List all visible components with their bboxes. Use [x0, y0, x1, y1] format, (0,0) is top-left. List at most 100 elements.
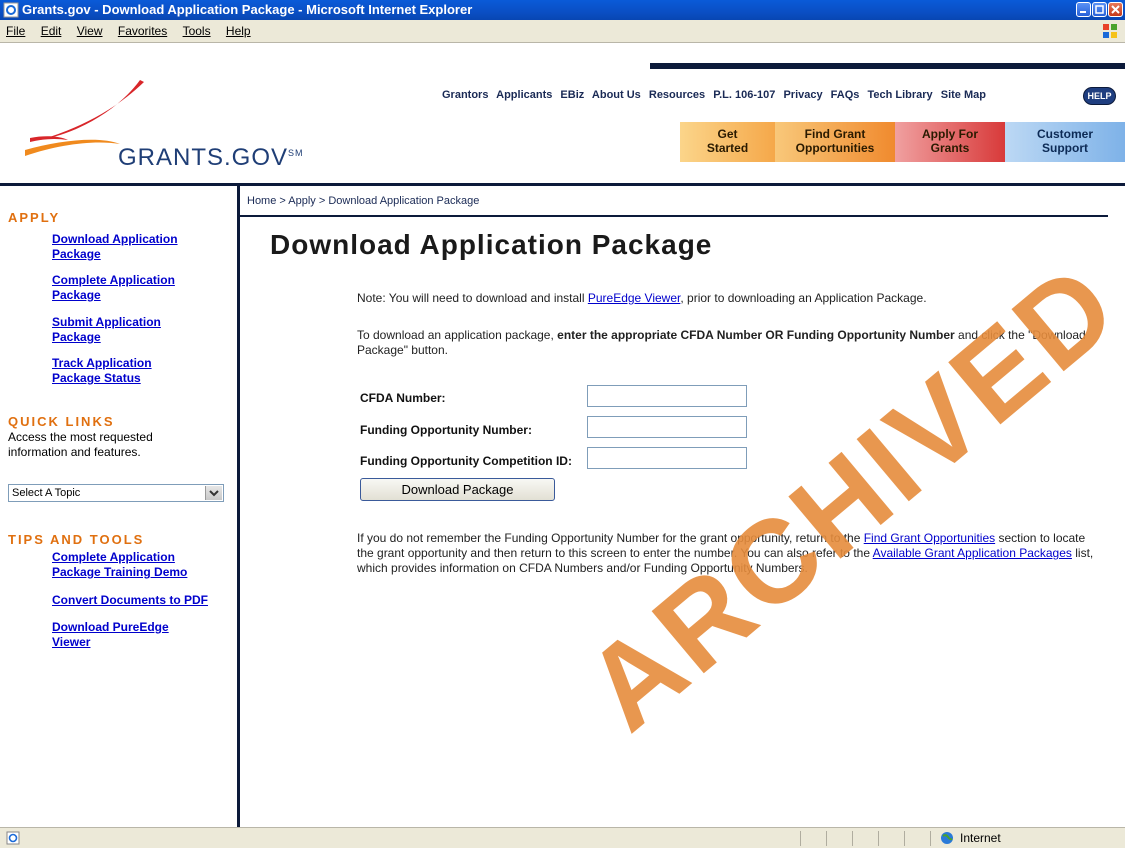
menu-favorites[interactable]: Favorites — [112, 20, 173, 42]
pureedge-viewer-link[interactable]: PureEdge Viewer — [588, 291, 681, 305]
link-text: Convert Documents to PDF — [52, 593, 209, 607]
tab-label: Customer — [1036, 127, 1093, 141]
topic-select[interactable]: Select A Topic — [8, 484, 224, 502]
topnav-resources[interactable]: Resources — [649, 89, 705, 101]
link-text: Package — [52, 288, 101, 302]
status-separator — [826, 831, 827, 846]
download-package-button[interactable]: Download Package — [360, 478, 555, 501]
top-navigation: Grantors Applicants EBiz About Us Resour… — [442, 89, 991, 101]
link-text: Package Training Demo — [52, 565, 188, 579]
sidebar-link-download-application-package[interactable]: Download Application Package — [52, 232, 178, 262]
topnav-tech-library[interactable]: Tech Library — [867, 89, 932, 101]
sidebar-link-submit-application-package[interactable]: Submit Application Package — [52, 315, 161, 345]
tab-label: Grants — [930, 141, 970, 155]
header-top-rule — [650, 63, 1125, 69]
tab-label: Get — [717, 127, 738, 141]
link-text: Package — [52, 247, 101, 261]
tab-customer-support[interactable]: Customer Support — [1005, 122, 1125, 162]
sidebar-link-download-pureedge-viewer[interactable]: Download PureEdge Viewer — [52, 620, 169, 650]
status-bar: Internet — [0, 827, 1125, 848]
globe-icon — [941, 832, 953, 844]
status-separator — [878, 831, 879, 846]
sidebar-link-convert-documents-to-pdf[interactable]: Convert Documents to PDF — [52, 593, 208, 608]
window-title-bar[interactable]: Grants.gov - Download Application Packag… — [0, 0, 1125, 20]
tab-apply-for-grants[interactable]: Apply For Grants — [895, 122, 1005, 162]
page-status-icon — [6, 831, 20, 845]
competition-id-label: Funding Opportunity Competition ID: — [360, 454, 572, 468]
link-text: Viewer — [52, 635, 91, 649]
note-text: Note: You will need to download and inst… — [357, 291, 588, 305]
menu-file[interactable]: File — [0, 20, 31, 42]
link-text: Package — [52, 330, 101, 344]
breadcrumb[interactable]: Home > Apply > Download Application Pack… — [247, 195, 479, 207]
grants-logo-text[interactable]: GRANTS.GOVSM — [118, 144, 304, 172]
link-text: Track Application — [52, 356, 152, 370]
tab-label: Started — [706, 141, 749, 155]
page-title: Download Application Package — [270, 229, 713, 260]
dropdown-arrow[interactable] — [205, 486, 222, 500]
sidebar-heading-tips-and-tools: TIPS AND TOOLS — [8, 532, 145, 547]
close-button[interactable] — [1108, 2, 1123, 17]
competition-id-input[interactable] — [587, 447, 747, 469]
sidebar-link-complete-application-package[interactable]: Complete Application Package — [52, 273, 175, 303]
windows-logo-icon — [1103, 24, 1117, 38]
ie-page-icon — [3, 2, 19, 18]
link-text: Submit Application — [52, 315, 161, 329]
description-line: Access the most requested — [8, 430, 153, 444]
tab-label: Find Grant — [804, 127, 866, 141]
minimize-button[interactable] — [1076, 2, 1091, 17]
tab-get-started[interactable]: Get Started — [680, 122, 775, 162]
status-separator — [930, 831, 931, 846]
sidebar-heading-quick-links: QUICK LINKS — [8, 414, 115, 429]
topnav-site-map[interactable]: Site Map — [941, 89, 986, 101]
tab-label: Apply For — [922, 127, 978, 141]
breadcrumb-rule — [240, 215, 1108, 217]
topnav-about-us[interactable]: About Us — [592, 89, 641, 101]
quick-links-description: Access the most requested information an… — [8, 430, 153, 460]
topnav-applicants[interactable]: Applicants — [496, 89, 552, 101]
minimize-icon — [1080, 11, 1086, 13]
description-line: information and features. — [8, 445, 141, 459]
link-text: Package Status — [52, 371, 141, 385]
funding-opportunity-number-label: Funding Opportunity Number: — [360, 423, 532, 437]
menu-help[interactable]: Help — [220, 20, 257, 42]
archived-watermark: ARCHIVED — [561, 237, 1125, 756]
chevron-down-icon — [209, 490, 219, 497]
maximize-button[interactable] — [1092, 2, 1107, 17]
available-grant-application-packages-link[interactable]: Available Grant Application Packages — [873, 546, 1072, 560]
sidebar-link-track-application-package-status[interactable]: Track Application Package Status — [52, 356, 152, 386]
sidebar: APPLY Download Application Package Compl… — [0, 186, 240, 827]
link-text: Complete Application — [52, 550, 175, 564]
menu-view[interactable]: View — [71, 20, 109, 42]
cfda-number-label: CFDA Number: — [360, 391, 446, 405]
topnav-faqs[interactable]: FAQs — [831, 89, 860, 101]
security-zone-label: Internet — [960, 831, 1001, 845]
topic-select-value: Select A Topic — [12, 487, 81, 499]
menu-tools[interactable]: Tools — [177, 20, 217, 42]
maximize-icon — [1095, 5, 1104, 14]
window-title: Grants.gov - Download Application Packag… — [22, 2, 473, 17]
cfda-number-input[interactable] — [587, 385, 747, 407]
funding-opportunity-number-input[interactable] — [587, 416, 747, 438]
page-viewport: GRANTS.GOVSM Grantors Applicants EBiz Ab… — [0, 43, 1125, 827]
instructions-bold-text: enter the appropriate CFDA Number OR Fun… — [557, 328, 955, 342]
help-button[interactable]: HELP — [1083, 87, 1116, 105]
status-separator — [852, 831, 853, 846]
sidebar-link-training-demo[interactable]: Complete Application Package Training De… — [52, 550, 187, 580]
topnav-ebiz[interactable]: EBiz — [560, 89, 584, 101]
instructions-text: To download an application package, — [357, 328, 558, 342]
menu-bar: File Edit View Favorites Tools Help — [0, 20, 1125, 43]
logo-service-mark: SM — [288, 148, 304, 158]
sidebar-heading-apply: APPLY — [8, 210, 61, 225]
topnav-privacy[interactable]: Privacy — [783, 89, 822, 101]
topnav-grantors[interactable]: Grantors — [442, 89, 488, 101]
link-text: Complete Application — [52, 273, 175, 287]
status-separator — [800, 831, 801, 846]
topnav-pl-106-107[interactable]: P.L. 106-107 — [713, 89, 775, 101]
tab-label: Opportunities — [795, 141, 875, 155]
tab-label: Support — [1042, 141, 1088, 155]
status-separator — [904, 831, 905, 846]
link-text: Download PureEdge — [52, 620, 169, 634]
tab-find-grant-opportunities[interactable]: Find Grant Opportunities — [775, 122, 895, 162]
menu-edit[interactable]: Edit — [35, 20, 68, 42]
